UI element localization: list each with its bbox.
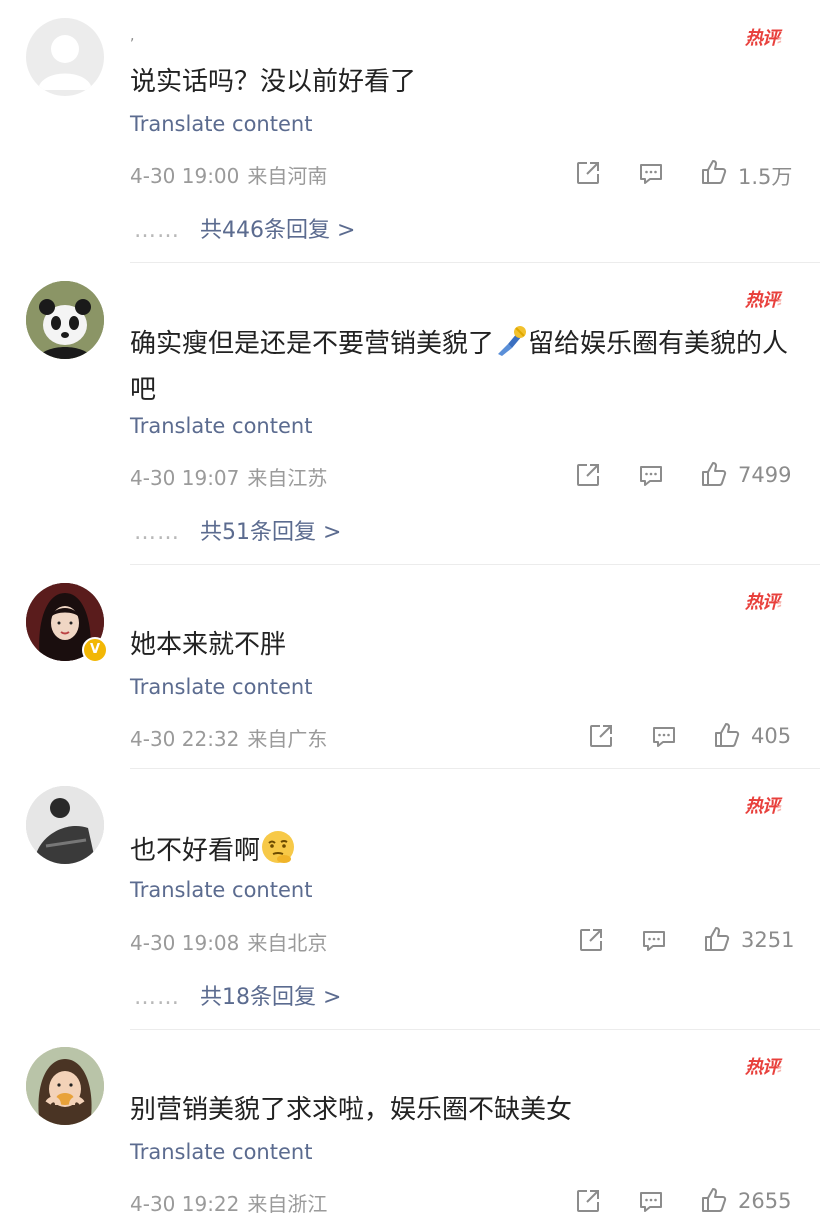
view-replies-link[interactable]: …… 共18条回复 > <box>134 979 341 1011</box>
view-replies-link[interactable]: …… 共446条回复 > <box>134 212 355 244</box>
like-count: 2655 <box>738 1189 792 1213</box>
comment-icon[interactable] <box>637 160 665 188</box>
child-avatar-icon <box>26 1047 104 1125</box>
replies-label: 共446条回复 > <box>200 218 356 243</box>
translate-link[interactable]: Translate content <box>130 878 312 902</box>
comment-location: 来自江苏 <box>247 466 328 490</box>
divider <box>130 564 820 565</box>
divider <box>130 1029 820 1030</box>
comment-date: 4-30 19:00 <box>130 164 240 188</box>
share-icon[interactable] <box>575 160 601 186</box>
divider <box>130 262 820 263</box>
hot-comment-badge: 热评⸗ <box>745 592 782 613</box>
avatar[interactable] <box>26 786 104 864</box>
dots-decoration: …… <box>134 520 180 545</box>
thinking-face-emoji <box>260 829 296 877</box>
like-icon[interactable] <box>703 925 731 953</box>
translate-link[interactable]: Translate content <box>130 1140 312 1164</box>
comment-meta: 4-30 19:08 来自北京 <box>130 927 327 956</box>
comment-text: 她本来就不胖 <box>130 630 287 660</box>
comment-meta: 4-30 19:00 来自河南 <box>130 160 327 189</box>
avatar[interactable]: V <box>26 583 108 663</box>
comment-date: 4-30 22:32 <box>130 727 240 751</box>
comment-text: 也不好看啊 <box>130 829 790 877</box>
replies-label: 共51条回复 > <box>200 520 342 545</box>
verified-badge: V <box>82 637 108 663</box>
comment-text: 别营销美貌了求求啦，娱乐圈不缺美女 <box>130 1095 573 1125</box>
like-count: 1.5万 <box>738 165 793 189</box>
share-icon[interactable] <box>575 1188 601 1214</box>
comment-date: 4-30 19:22 <box>130 1192 240 1216</box>
hot-comment-badge: 热评⸗ <box>745 796 782 817</box>
dots-decoration: …… <box>134 985 180 1010</box>
hot-comment-badge: 热评⸗ <box>745 1057 782 1078</box>
comment-text-part: 确实瘦但是还是不要营销美貌了 <box>130 329 495 359</box>
share-icon[interactable] <box>575 462 601 488</box>
share-icon[interactable] <box>588 723 614 749</box>
hot-comment-badge: 热评⸗ <box>745 290 782 311</box>
username[interactable]: , <box>130 28 134 44</box>
comment-date: 4-30 19:07 <box>130 466 240 490</box>
comment-location: 来自北京 <box>247 931 328 955</box>
replies-label: 共18条回复 > <box>200 985 342 1010</box>
avatar[interactable] <box>26 281 104 359</box>
view-replies-link[interactable]: …… 共51条回复 > <box>134 514 341 546</box>
person-avatar-icon <box>26 786 104 864</box>
like-icon[interactable] <box>700 460 728 488</box>
like-count: 405 <box>751 724 792 748</box>
comment-icon[interactable] <box>637 1188 665 1216</box>
hot-comment-badge: 热评⸗ <box>745 28 782 49</box>
like-count: 7499 <box>738 463 792 487</box>
translate-link[interactable]: Translate content <box>130 414 312 438</box>
like-icon[interactable] <box>700 158 728 186</box>
comment-location: 来自河南 <box>247 164 328 188</box>
panda-avatar-icon <box>26 281 104 359</box>
avatar[interactable] <box>26 18 104 96</box>
divider <box>130 768 820 769</box>
comment-date: 4-30 19:08 <box>130 931 240 955</box>
like-count: 3251 <box>741 928 795 952</box>
comment-location: 来自广东 <box>247 727 328 751</box>
comment-text: 确实瘦但是还是不要营销美貌了 留给娱乐圈有美貌的人吧 <box>130 324 790 410</box>
default-avatar-icon <box>38 35 92 90</box>
avatar[interactable] <box>26 1047 104 1125</box>
comment-text: 说实话吗？没以前好看了 <box>130 67 417 97</box>
comment-icon[interactable] <box>640 927 668 955</box>
translate-link[interactable]: Translate content <box>130 112 312 136</box>
comment-icon[interactable] <box>650 723 678 751</box>
comment-meta: 4-30 19:07 来自江苏 <box>130 462 327 491</box>
comment-meta: 4-30 19:22 来自浙江 <box>130 1188 327 1217</box>
dots-decoration: …… <box>134 218 180 243</box>
like-icon[interactable] <box>713 721 741 749</box>
sweeping-broom-emoji <box>494 324 528 370</box>
like-icon[interactable] <box>700 1186 728 1214</box>
comment-location: 来自浙江 <box>247 1192 328 1216</box>
comment-text-part: 也不好看啊 <box>130 836 261 866</box>
comment-meta: 4-30 22:32 来自广东 <box>130 723 327 752</box>
comment-icon[interactable] <box>637 462 665 490</box>
share-icon[interactable] <box>578 927 604 953</box>
translate-link[interactable]: Translate content <box>130 675 312 699</box>
